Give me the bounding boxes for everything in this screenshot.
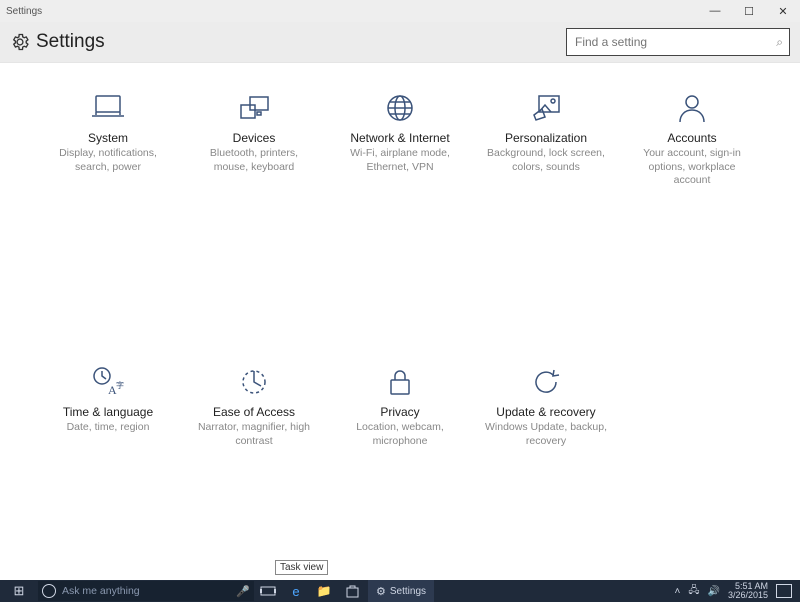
action-center-icon[interactable] bbox=[776, 584, 792, 598]
content-area: System Display, notifications, search, p… bbox=[0, 63, 800, 580]
tile-desc: Date, time, region bbox=[59, 421, 158, 435]
tile-personalization[interactable]: Personalization Background, lock screen,… bbox=[476, 91, 616, 319]
tile-title: Devices bbox=[233, 131, 276, 145]
tile-desc: Narrator, magnifier, high contrast bbox=[184, 421, 324, 448]
tile-title: Privacy bbox=[380, 405, 419, 419]
taskbar-app-label: Settings bbox=[390, 586, 426, 597]
header-bar: Settings ⌕ bbox=[0, 22, 800, 63]
maximize-button[interactable]: ☐ bbox=[732, 0, 766, 22]
tile-title: Ease of Access bbox=[213, 405, 295, 419]
taskview-tooltip: Task view bbox=[275, 560, 328, 575]
tile-title: System bbox=[88, 131, 128, 145]
taskview-button[interactable] bbox=[254, 585, 282, 597]
tile-title: Time & language bbox=[63, 405, 153, 419]
cortana-search[interactable]: Ask me anything 🎤 bbox=[38, 581, 254, 601]
person-icon bbox=[672, 91, 712, 125]
start-button[interactable]: ⊞ bbox=[0, 580, 38, 602]
devices-icon bbox=[234, 91, 274, 125]
tile-time-language[interactable]: A字 Time & language Date, time, region bbox=[38, 365, 178, 580]
search-box[interactable]: ⌕ bbox=[566, 28, 790, 56]
store-button[interactable] bbox=[338, 585, 366, 598]
network-tray-icon[interactable]: 🖧 bbox=[684, 583, 703, 600]
laptop-icon bbox=[88, 91, 128, 125]
system-tray: ˄ 🖧 🔊 5:51 AM 3/26/2015 bbox=[671, 582, 800, 600]
gear-icon bbox=[10, 32, 30, 52]
page-title: Settings bbox=[36, 31, 105, 53]
tile-title: Accounts bbox=[667, 131, 716, 145]
search-input[interactable] bbox=[573, 34, 776, 50]
cortana-icon bbox=[42, 584, 56, 598]
gear-icon: ⚙ bbox=[376, 585, 386, 598]
svg-text:字: 字 bbox=[116, 380, 124, 390]
tile-ease-of-access[interactable]: Ease of Access Narrator, magnifier, high… bbox=[184, 365, 324, 580]
cortana-placeholder: Ask me anything bbox=[62, 585, 236, 597]
minimize-button[interactable]: — bbox=[698, 0, 732, 22]
explorer-button[interactable]: 📁 bbox=[310, 584, 338, 598]
search-icon: ⌕ bbox=[776, 35, 783, 50]
tile-desc: Display, notifications, search, power bbox=[38, 147, 178, 174]
tile-desc: Wi-Fi, airplane mode, Ethernet, VPN bbox=[330, 147, 470, 174]
taskbar: ⊞ Ask me anything 🎤 e 📁 ⚙ Settings ˄ 🖧 🔊… bbox=[0, 580, 800, 602]
tile-system[interactable]: System Display, notifications, search, p… bbox=[38, 91, 178, 319]
tile-privacy[interactable]: Privacy Location, webcam, microphone bbox=[330, 365, 470, 580]
tile-accounts[interactable]: Accounts Your account, sign-in options, … bbox=[622, 91, 762, 319]
tray-chevron-icon[interactable]: ˄ bbox=[671, 586, 685, 597]
close-button[interactable]: ✕ bbox=[766, 0, 800, 22]
tile-desc: Bluetooth, printers, mouse, keyboard bbox=[184, 147, 324, 174]
tile-desc: Location, webcam, microphone bbox=[330, 421, 470, 448]
tile-devices[interactable]: Devices Bluetooth, printers, mouse, keyb… bbox=[184, 91, 324, 319]
clock[interactable]: 5:51 AM 3/26/2015 bbox=[724, 582, 772, 600]
tile-desc: Windows Update, backup, recovery bbox=[476, 421, 616, 448]
settings-window: Settings — ☐ ✕ Settings ⌕ System Display… bbox=[0, 0, 800, 580]
globe-icon bbox=[380, 91, 420, 125]
lock-icon bbox=[380, 365, 420, 399]
tile-title: Update & recovery bbox=[496, 405, 595, 419]
titlebar: Settings — ☐ ✕ bbox=[0, 0, 800, 22]
tile-network[interactable]: Network & Internet Wi-Fi, airplane mode,… bbox=[330, 91, 470, 319]
tile-title: Network & Internet bbox=[350, 131, 449, 145]
tile-desc: Background, lock screen, colors, sounds bbox=[476, 147, 616, 174]
tile-title: Personalization bbox=[505, 131, 587, 145]
volume-tray-icon[interactable]: 🔊 bbox=[704, 586, 724, 597]
app-name: Settings bbox=[6, 6, 42, 17]
time-language-icon: A字 bbox=[88, 365, 128, 399]
mic-icon: 🎤 bbox=[236, 585, 250, 598]
refresh-icon bbox=[526, 365, 566, 399]
tile-grid: System Display, notifications, search, p… bbox=[38, 91, 762, 580]
ie-button[interactable]: e bbox=[282, 584, 310, 599]
tile-update-recovery[interactable]: Update & recovery Windows Update, backup… bbox=[476, 365, 616, 580]
ease-of-access-icon bbox=[234, 365, 274, 399]
settings-taskbar-button[interactable]: ⚙ Settings bbox=[368, 580, 434, 602]
tile-desc: Your account, sign-in options, workplace… bbox=[622, 147, 762, 188]
personalization-icon bbox=[526, 91, 566, 125]
clock-date: 3/26/2015 bbox=[728, 591, 768, 600]
